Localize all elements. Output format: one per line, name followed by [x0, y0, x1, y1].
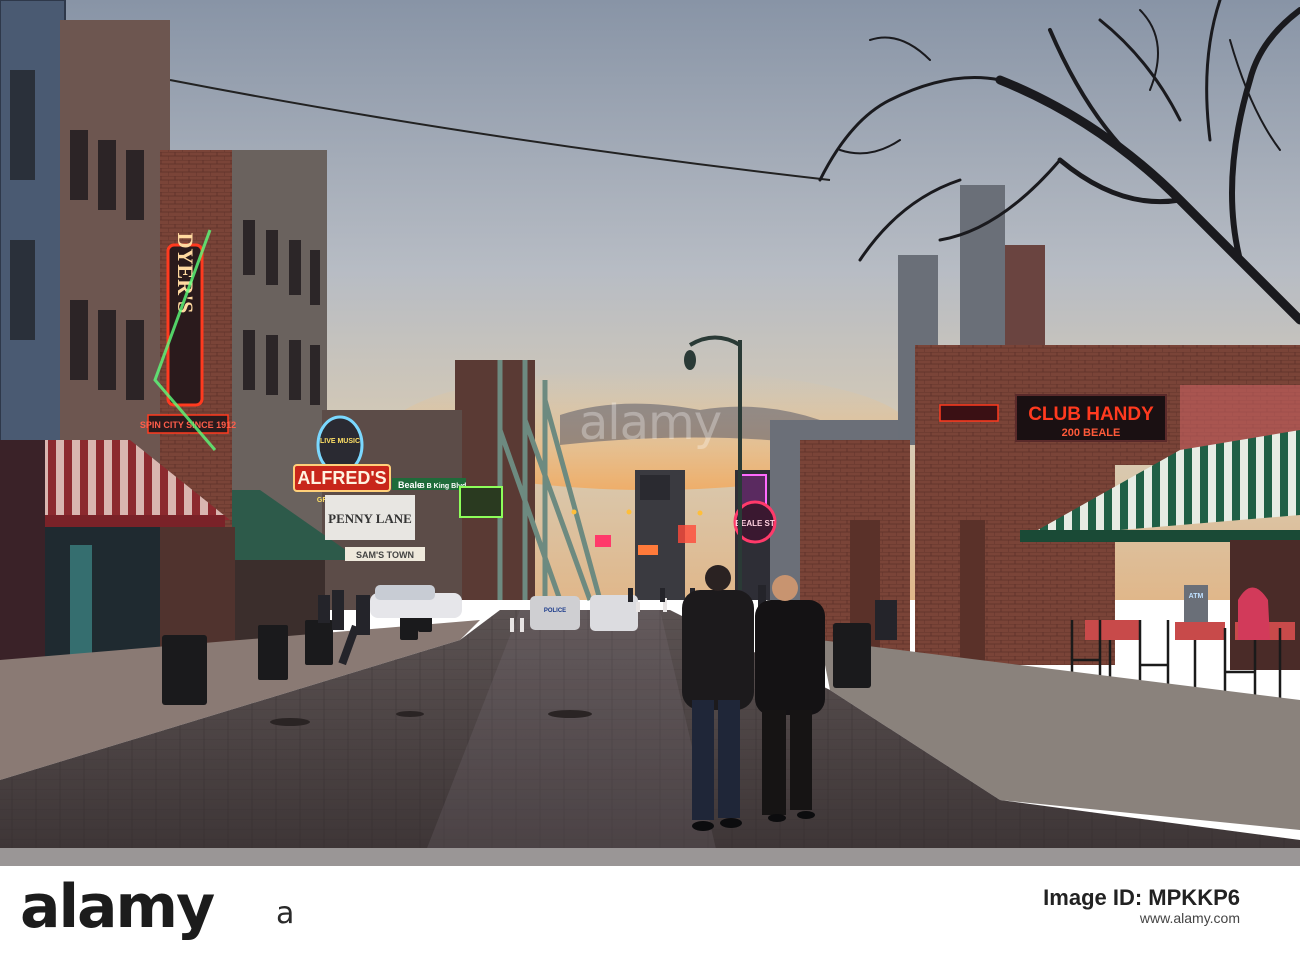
- curb: [0, 848, 1300, 866]
- site-url: www.alamy.com: [1139, 910, 1240, 926]
- sams-town-text: SAM'S TOWN: [356, 550, 414, 560]
- watermark-footer: alamy a Image ID: MPKKP6 www.alamy.com: [0, 866, 1300, 956]
- penny-lane-text: PENNY LANE: [328, 511, 412, 526]
- atm-text: ATM: [1189, 593, 1204, 600]
- street-signs: Beale B B King Blvd: [392, 478, 466, 490]
- police-car-text: POLICE: [544, 608, 566, 614]
- alfreds-text: ALFRED'S: [297, 468, 386, 488]
- club-handy-subtitle: 200 BEALE: [1062, 427, 1121, 439]
- atm: [1184, 585, 1208, 625]
- alfreds-top-text: LIVE MUSIC: [320, 438, 360, 445]
- street-photo: DYER'S SPIN CITY SINCE 1912 LIVE MUSIC A…: [0, 0, 1300, 866]
- alamy-mark-icon: a: [276, 896, 295, 931]
- alamy-logo: alamy: [20, 872, 215, 942]
- center-watermark: alamy: [578, 395, 722, 451]
- image-id-block: Image ID: MPKKP6 www.alamy.com: [1043, 885, 1240, 928]
- club-handy-sign: CLUB HANDY 200 BEALE: [1015, 394, 1167, 442]
- dyers-subtitle: SPIN CITY SINCE 1912: [140, 420, 236, 430]
- image-id: Image ID: MPKKP6: [1043, 885, 1240, 910]
- beale-sign-text: Beale: [398, 480, 422, 490]
- club-handy-text: CLUB HANDY: [1028, 404, 1154, 425]
